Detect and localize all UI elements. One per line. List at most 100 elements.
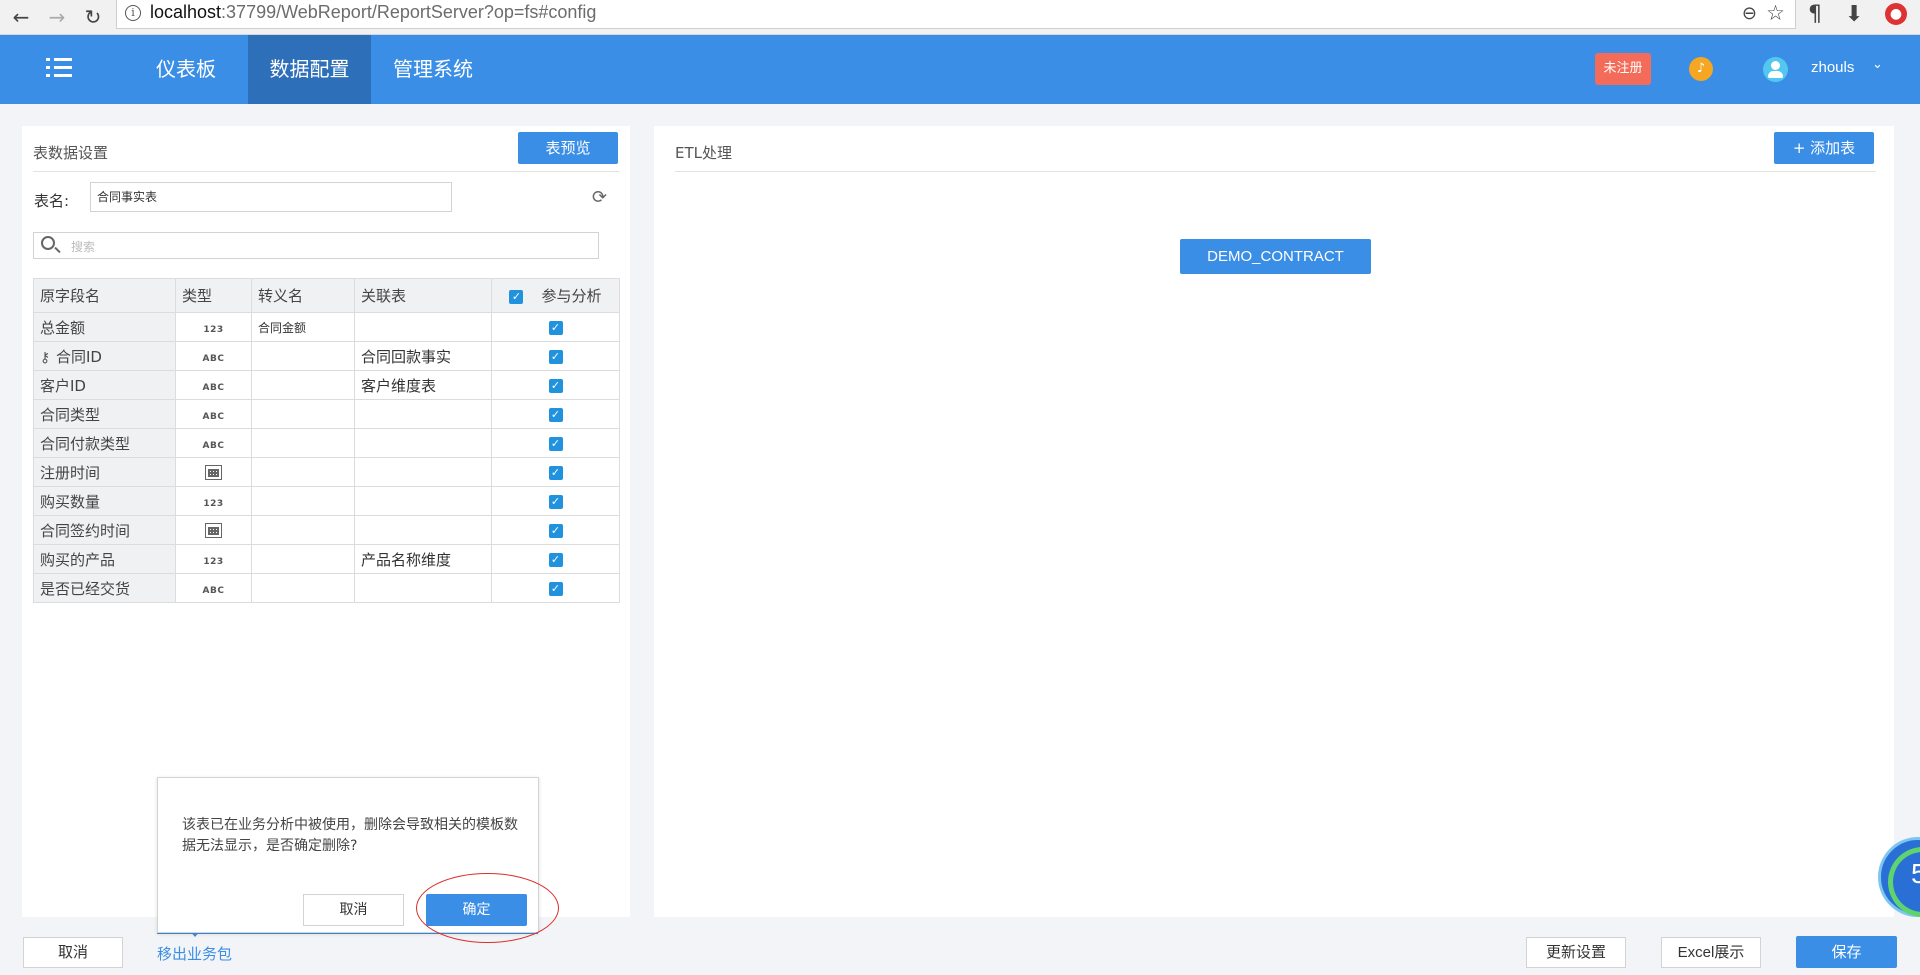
- cancel-button[interactable]: 取消: [23, 937, 123, 968]
- tab-admin-system[interactable]: 管理系统: [378, 35, 488, 104]
- field-analysis-cell: ✓: [491, 428, 620, 458]
- zoom-icon[interactable]: ⊖: [1742, 3, 1757, 24]
- menu-list-icon[interactable]: [46, 55, 78, 81]
- username[interactable]: zhouls: [1811, 59, 1854, 76]
- field-relation[interactable]: 合同回款事实: [354, 341, 492, 371]
- col-header-analysis: ✓ 参与分析: [491, 278, 620, 313]
- analysis-checkbox[interactable]: ✓: [548, 436, 563, 451]
- add-table-button[interactable]: + 添加表: [1774, 132, 1874, 164]
- field-name-text: 合同签约时间: [40, 521, 131, 540]
- table-row[interactable]: 合同类型 ABC ✓: [33, 399, 620, 429]
- field-relation[interactable]: 客户维度表: [354, 370, 492, 400]
- site-info-icon[interactable]: i: [125, 5, 141, 21]
- table-row[interactable]: 总金额 123 合同金额 ✓: [33, 312, 620, 342]
- analysis-checkbox[interactable]: ✓: [548, 523, 563, 538]
- col-header-original-name: 原字段名: [33, 278, 176, 313]
- field-analysis-cell: ✓: [491, 370, 620, 400]
- field-alias[interactable]: [251, 486, 355, 516]
- analysis-checkbox[interactable]: ✓: [548, 494, 563, 509]
- analysis-checkbox[interactable]: ✓: [548, 407, 563, 422]
- field-name-text: 客户ID: [40, 376, 86, 395]
- field-relation[interactable]: [354, 457, 492, 487]
- avatar[interactable]: [1763, 57, 1788, 82]
- field-original-name: ⚷ 合同ID: [33, 341, 176, 371]
- reload-icon[interactable]: ↻: [80, 4, 106, 30]
- field-search-input[interactable]: 搜索: [33, 232, 599, 259]
- analysis-checkbox[interactable]: ✓: [548, 581, 563, 596]
- tab-dashboard[interactable]: 仪表板: [132, 35, 240, 104]
- text-type-icon: ABC: [202, 441, 225, 451]
- field-relation[interactable]: [354, 428, 492, 458]
- field-relation[interactable]: 产品名称维度: [354, 544, 492, 574]
- field-relation[interactable]: [354, 515, 492, 545]
- address-bar[interactable]: i localhost:37799/WebReport/ReportServer…: [116, 0, 1796, 29]
- tab-data-config[interactable]: 数据配置: [248, 35, 371, 104]
- remove-from-package-link[interactable]: 移出业务包: [157, 943, 232, 964]
- app-header: 仪表板 数据配置 管理系统 未注册 ♪ zhouls ⌄: [0, 35, 1920, 104]
- analysis-checkbox[interactable]: ✓: [548, 465, 563, 480]
- table-row[interactable]: 是否已经交货 ABC ✓: [33, 573, 620, 603]
- field-original-name: 合同类型: [33, 399, 176, 429]
- select-all-checkbox[interactable]: ✓: [509, 289, 524, 304]
- field-relation[interactable]: [354, 573, 492, 603]
- analysis-checkbox[interactable]: ✓: [548, 349, 563, 364]
- bookmark-star-icon[interactable]: ☆: [1766, 1, 1785, 25]
- save-button[interactable]: 保存: [1796, 936, 1897, 968]
- field-type: 123: [175, 544, 252, 574]
- popup-message: 该表已在业务分析中被使用，删除会导致相关的模板数据无法显示，是否确定删除?: [182, 817, 518, 854]
- text-type-icon: ABC: [202, 586, 225, 596]
- table-row[interactable]: 注册时间 ✓: [33, 457, 620, 487]
- chevron-down-icon[interactable]: ⌄: [1872, 57, 1883, 72]
- forward-arrow-icon[interactable]: →: [44, 4, 70, 30]
- field-type: [175, 457, 252, 487]
- table-name-input[interactable]: 合同事实表: [90, 182, 452, 212]
- field-alias[interactable]: 合同金额: [251, 312, 355, 342]
- bell-icon[interactable]: ♪: [1689, 57, 1713, 81]
- field-alias[interactable]: [251, 515, 355, 545]
- text-type-icon: ABC: [202, 412, 225, 422]
- field-alias[interactable]: [251, 341, 355, 371]
- back-arrow-icon[interactable]: ←: [8, 4, 34, 30]
- table-row[interactable]: 合同付款类型 ABC ✓: [33, 428, 620, 458]
- col-header-relation: 关联表: [354, 278, 492, 313]
- etl-panel-title: ETL处理: [675, 144, 732, 162]
- table-row[interactable]: 合同签约时间 ✓: [33, 515, 620, 545]
- unregistered-badge[interactable]: 未注册: [1595, 53, 1651, 85]
- text-type-icon: ABC: [202, 354, 225, 364]
- analysis-checkbox[interactable]: ✓: [548, 552, 563, 567]
- date-type-icon: [205, 523, 222, 538]
- table-row[interactable]: 购买的产品 123 产品名称维度 ✓: [33, 544, 620, 574]
- popup-cancel-button[interactable]: 取消: [303, 894, 404, 926]
- field-relation[interactable]: [354, 312, 492, 342]
- field-analysis-cell: ✓: [491, 544, 620, 574]
- table-row[interactable]: 购买数量 123 ✓: [33, 486, 620, 516]
- etl-table-node[interactable]: DEMO_CONTRACT: [1180, 239, 1371, 274]
- field-name-text: 总金额: [40, 318, 86, 337]
- table-name-label: 表名:: [34, 192, 70, 210]
- extension-badge-icon[interactable]: ●: [1885, 3, 1907, 25]
- download-icon[interactable]: ⬇: [1845, 2, 1863, 27]
- refresh-icon[interactable]: ⟳: [592, 187, 607, 208]
- url-text[interactable]: localhost:37799/WebReport/ReportServer?o…: [150, 2, 596, 23]
- table-row[interactable]: 客户ID ABC 客户维度表 ✓: [33, 370, 620, 400]
- field-alias[interactable]: [251, 428, 355, 458]
- analysis-checkbox[interactable]: ✓: [548, 378, 563, 393]
- field-alias[interactable]: [251, 573, 355, 603]
- number-type-icon: 123: [203, 325, 224, 335]
- field-type: ABC: [175, 573, 252, 603]
- field-type: 123: [175, 486, 252, 516]
- field-alias[interactable]: [251, 370, 355, 400]
- update-settings-button[interactable]: 更新设置: [1526, 937, 1626, 968]
- table-row[interactable]: ⚷ 合同ID ABC 合同回款事实 ✓: [33, 341, 620, 371]
- field-name-text: 是否已经交货: [40, 579, 131, 598]
- field-alias[interactable]: [251, 457, 355, 487]
- field-relation[interactable]: [354, 486, 492, 516]
- field-analysis-cell: ✓: [491, 312, 620, 342]
- analysis-checkbox[interactable]: ✓: [548, 320, 563, 335]
- excel-view-button[interactable]: Excel展示: [1661, 937, 1761, 968]
- pilcrow-extension-icon[interactable]: ¶: [1808, 2, 1822, 27]
- table-preview-button[interactable]: 表预览: [518, 132, 618, 164]
- field-alias[interactable]: [251, 399, 355, 429]
- field-relation[interactable]: [354, 399, 492, 429]
- field-alias[interactable]: [251, 544, 355, 574]
